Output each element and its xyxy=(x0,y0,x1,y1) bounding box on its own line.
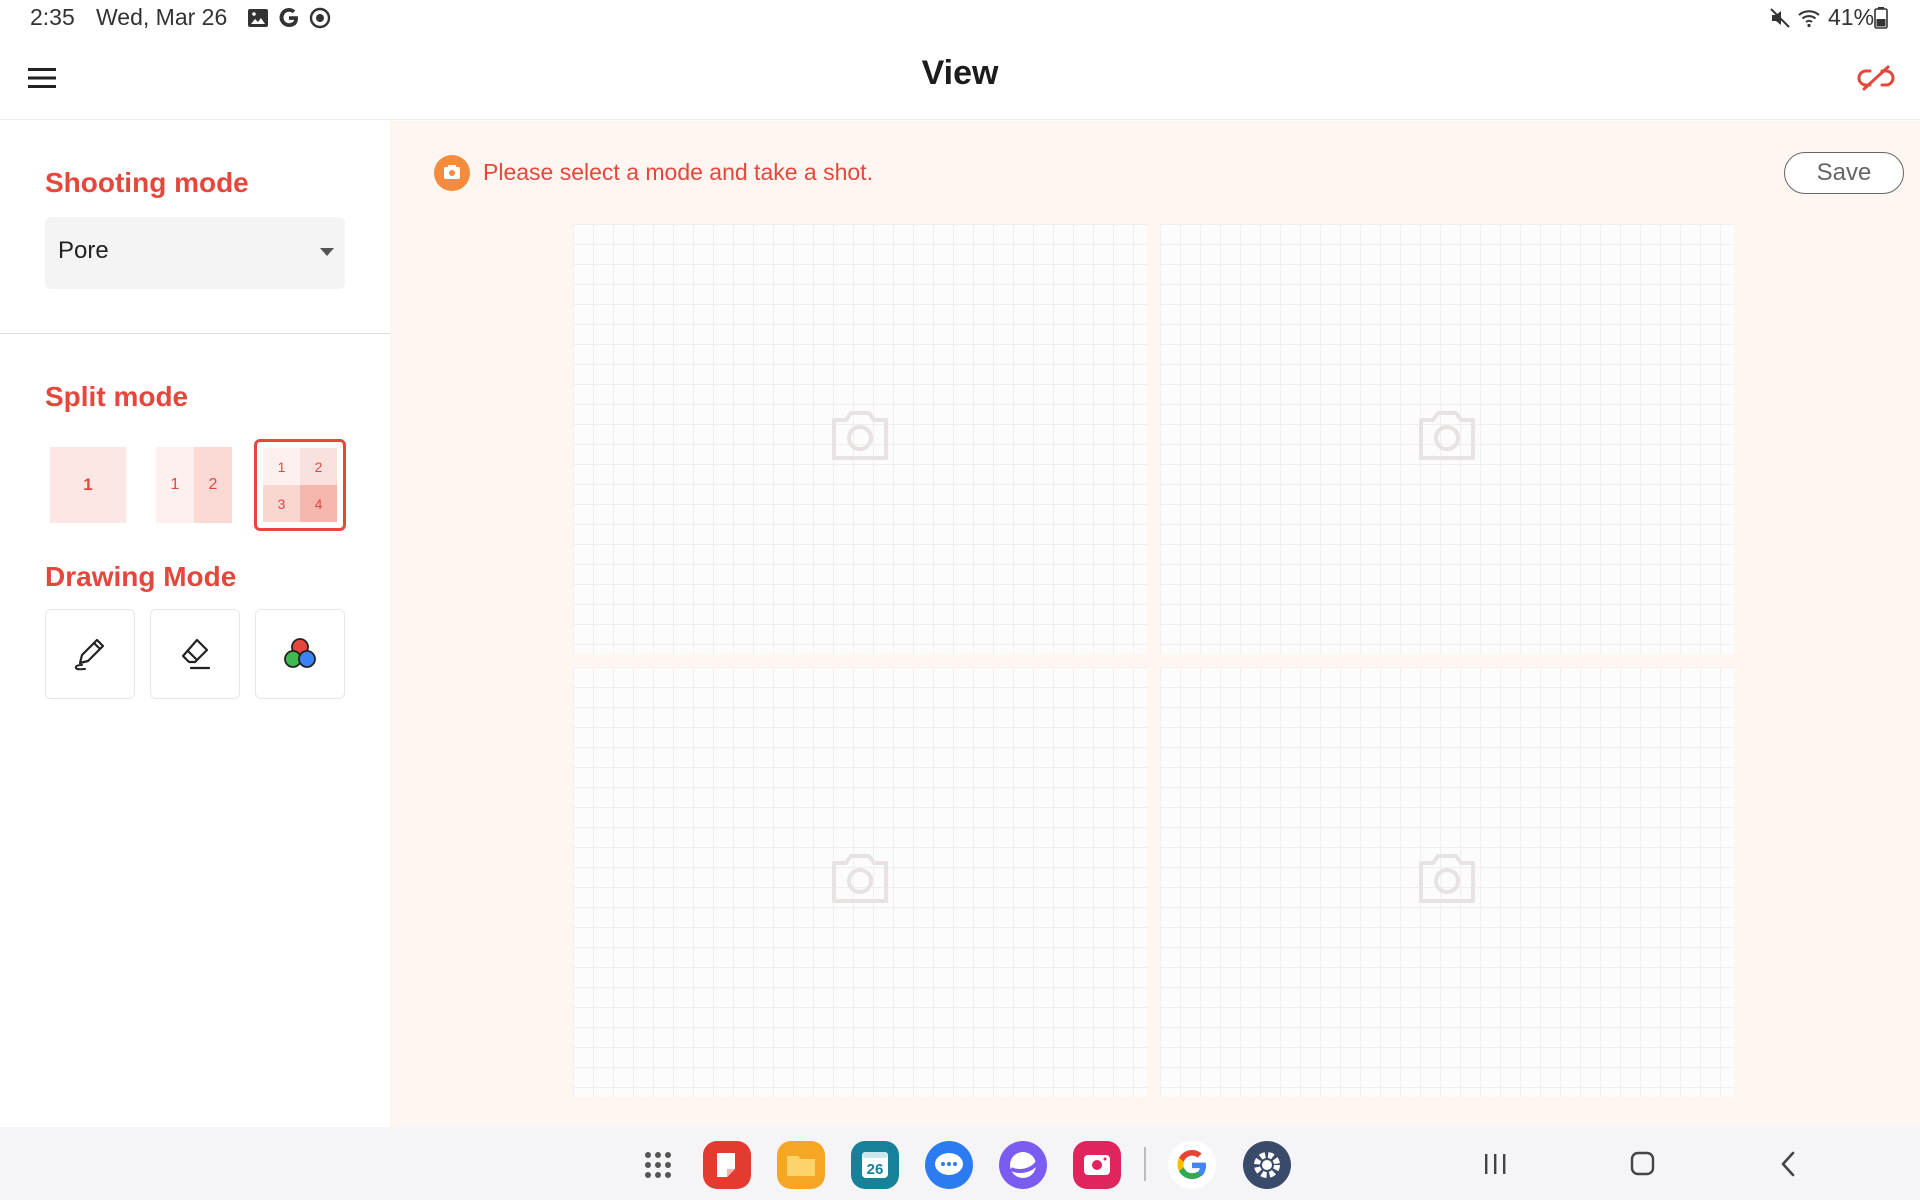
camera-icon xyxy=(1419,411,1475,460)
mute-icon xyxy=(1770,8,1790,28)
dock-divider xyxy=(1144,1147,1146,1181)
notice-message: Please select a mode and take a shot. xyxy=(483,159,873,185)
shot-panel-1[interactable] xyxy=(573,224,1147,654)
disconnected-link-icon[interactable] xyxy=(1856,62,1896,94)
messages-app-icon[interactable] xyxy=(925,1141,973,1189)
save-button[interactable]: Save xyxy=(1784,152,1904,194)
calendar-day: 26 xyxy=(867,1161,884,1178)
shooting-mode-value: Pore xyxy=(58,237,109,264)
split-cell-label: 3 xyxy=(263,485,300,522)
internet-app-icon[interactable] xyxy=(999,1141,1047,1189)
chevron-down-icon xyxy=(320,248,334,256)
gallery-notification-icon xyxy=(248,9,268,27)
color-tool-button[interactable] xyxy=(255,609,345,699)
google-app-icon[interactable] xyxy=(1168,1141,1216,1189)
battery-level: 41% xyxy=(1828,4,1875,30)
navigation-bar: 26 xyxy=(0,1127,1920,1200)
app-bar: View xyxy=(0,36,1920,120)
page-title: View xyxy=(921,54,999,92)
target-notification-icon xyxy=(309,7,331,29)
main-view-area: Please select a mode and take a shot. Sa… xyxy=(390,121,1920,1127)
pen-tool-button[interactable] xyxy=(45,609,135,699)
status-bar: 2:35 Wed, Mar 26 41% xyxy=(0,0,1920,36)
back-icon[interactable] xyxy=(1768,1145,1808,1183)
sidebar-divider xyxy=(0,333,390,334)
split-mode-title: Split mode xyxy=(45,381,189,412)
settings-app-icon[interactable] xyxy=(1243,1141,1291,1189)
color-palette-icon xyxy=(284,638,316,668)
split-cell-label: 4 xyxy=(300,485,337,522)
status-time: 2:35 xyxy=(30,4,75,30)
wifi-icon xyxy=(1798,10,1820,28)
sidebar: Shooting mode Pore Split mode 1 1 2 1 2 … xyxy=(0,121,390,1127)
battery-icon xyxy=(1874,7,1888,29)
camera-icon xyxy=(832,854,888,903)
calendar-app-icon[interactable]: 26 xyxy=(851,1141,899,1189)
split-mode-option-quad[interactable]: 1 2 3 4 xyxy=(254,439,346,531)
split-cell-label: 2 xyxy=(300,448,337,485)
shot-panel-4[interactable] xyxy=(1160,667,1734,1097)
split-cell-label: 1 xyxy=(156,447,194,523)
google-notification-icon xyxy=(279,8,298,27)
eraser-icon xyxy=(181,638,211,670)
app-drawer-icon[interactable] xyxy=(634,1141,682,1189)
home-icon[interactable] xyxy=(1622,1145,1662,1183)
shot-panel-2[interactable] xyxy=(1160,224,1734,654)
split-cell-label: 1 xyxy=(83,475,93,494)
split-cell-label: 2 xyxy=(194,447,232,523)
screen-recorder-app-icon[interactable] xyxy=(1073,1141,1121,1189)
split-mode-option-double[interactable]: 1 2 xyxy=(156,447,232,523)
camera-notice-icon xyxy=(434,155,470,191)
notes-app-icon[interactable] xyxy=(703,1141,751,1189)
camera-icon xyxy=(1419,854,1475,903)
shot-panel-3[interactable] xyxy=(573,667,1147,1097)
pen-icon xyxy=(74,638,105,671)
drawing-mode-title: Drawing Mode xyxy=(45,561,237,592)
shooting-mode-title: Shooting mode xyxy=(45,167,249,198)
split-mode-option-single[interactable]: 1 xyxy=(50,447,126,523)
split-cell-label: 1 xyxy=(263,448,300,485)
eraser-tool-button[interactable] xyxy=(150,609,240,699)
files-app-icon[interactable] xyxy=(777,1141,825,1189)
camera-icon xyxy=(832,411,888,460)
recent-apps-icon[interactable] xyxy=(1475,1145,1515,1183)
shooting-mode-select[interactable]: Pore xyxy=(45,217,345,289)
status-date: Wed, Mar 26 xyxy=(96,4,228,30)
